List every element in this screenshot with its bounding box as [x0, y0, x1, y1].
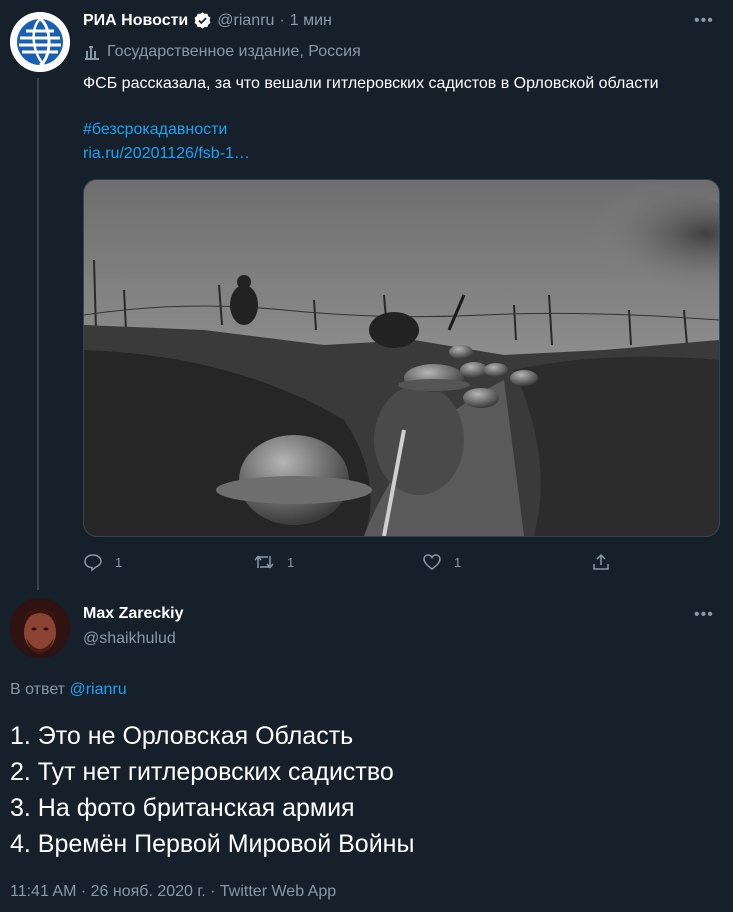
reply-line: 2. Тут нет гитлеровских садиство [10, 758, 394, 786]
ria-logo-icon [10, 12, 70, 72]
share-icon [591, 552, 611, 572]
trench-photo-image [84, 180, 719, 536]
hashtag-link[interactable]: #безсрокадавности [83, 119, 227, 141]
retweet-button[interactable]: 1 [253, 552, 294, 572]
like-count: 1 [454, 554, 462, 570]
in-reply-to: В ответ @rianru [10, 681, 127, 699]
in-reply-prefix: В ответ [10, 681, 66, 698]
retweet-count: 1 [287, 554, 295, 570]
author-handle[interactable]: @rianru [217, 12, 274, 30]
tweet-text: ФСБ рассказала, за что вешали гитлеровск… [83, 75, 659, 92]
reply-more-options-icon[interactable]: ••• [694, 606, 714, 624]
reply-avatar[interactable] [10, 598, 70, 658]
like-button[interactable]: 1 [422, 552, 461, 572]
account-label-text: Государственное издание, Россия [107, 43, 361, 60]
reply-author-handle[interactable]: @shaikhulud [83, 630, 176, 648]
reply-line: 4. Времён Первой Мировой Войны [10, 830, 415, 858]
heart-icon [422, 552, 442, 572]
tweet-header: РИА Новости @rianru · 1 мин [83, 11, 332, 30]
reply-line: 3. На фото британская армия [10, 794, 355, 822]
verified-badge-icon [193, 11, 212, 30]
share-button[interactable] [591, 552, 611, 572]
reply-count: 1 [115, 554, 123, 570]
ria-avatar[interactable] [10, 12, 70, 72]
author-name[interactable]: РИА Новости [83, 12, 188, 30]
reply-text: 1. Это не Орловская Область 2. Тут нет г… [10, 718, 414, 862]
reply-author-name[interactable]: Max Zareckiy [83, 605, 184, 623]
tweet-photo[interactable] [83, 179, 720, 537]
in-reply-handle-link[interactable]: @rianru [69, 681, 126, 698]
account-label: Государственное издание, Россия [83, 43, 361, 61]
more-options-icon[interactable]: ••• [694, 12, 714, 30]
article-link[interactable]: ria.ru/20201126/fsb-1… [83, 143, 250, 165]
retweet-icon [253, 552, 275, 572]
thread-line [37, 78, 39, 590]
reply-button[interactable]: 1 [83, 552, 122, 572]
separator: · [279, 11, 285, 29]
user-photo-icon [10, 598, 70, 658]
reply-meta[interactable]: 11:41 AM · 26 нояб. 2020 г. · Twitter We… [10, 883, 336, 901]
tweet-time[interactable]: 1 мин [290, 12, 332, 30]
government-building-icon [83, 43, 101, 61]
reply-line: 1. Это не Орловская Область [10, 722, 354, 750]
reply-icon [83, 552, 103, 572]
